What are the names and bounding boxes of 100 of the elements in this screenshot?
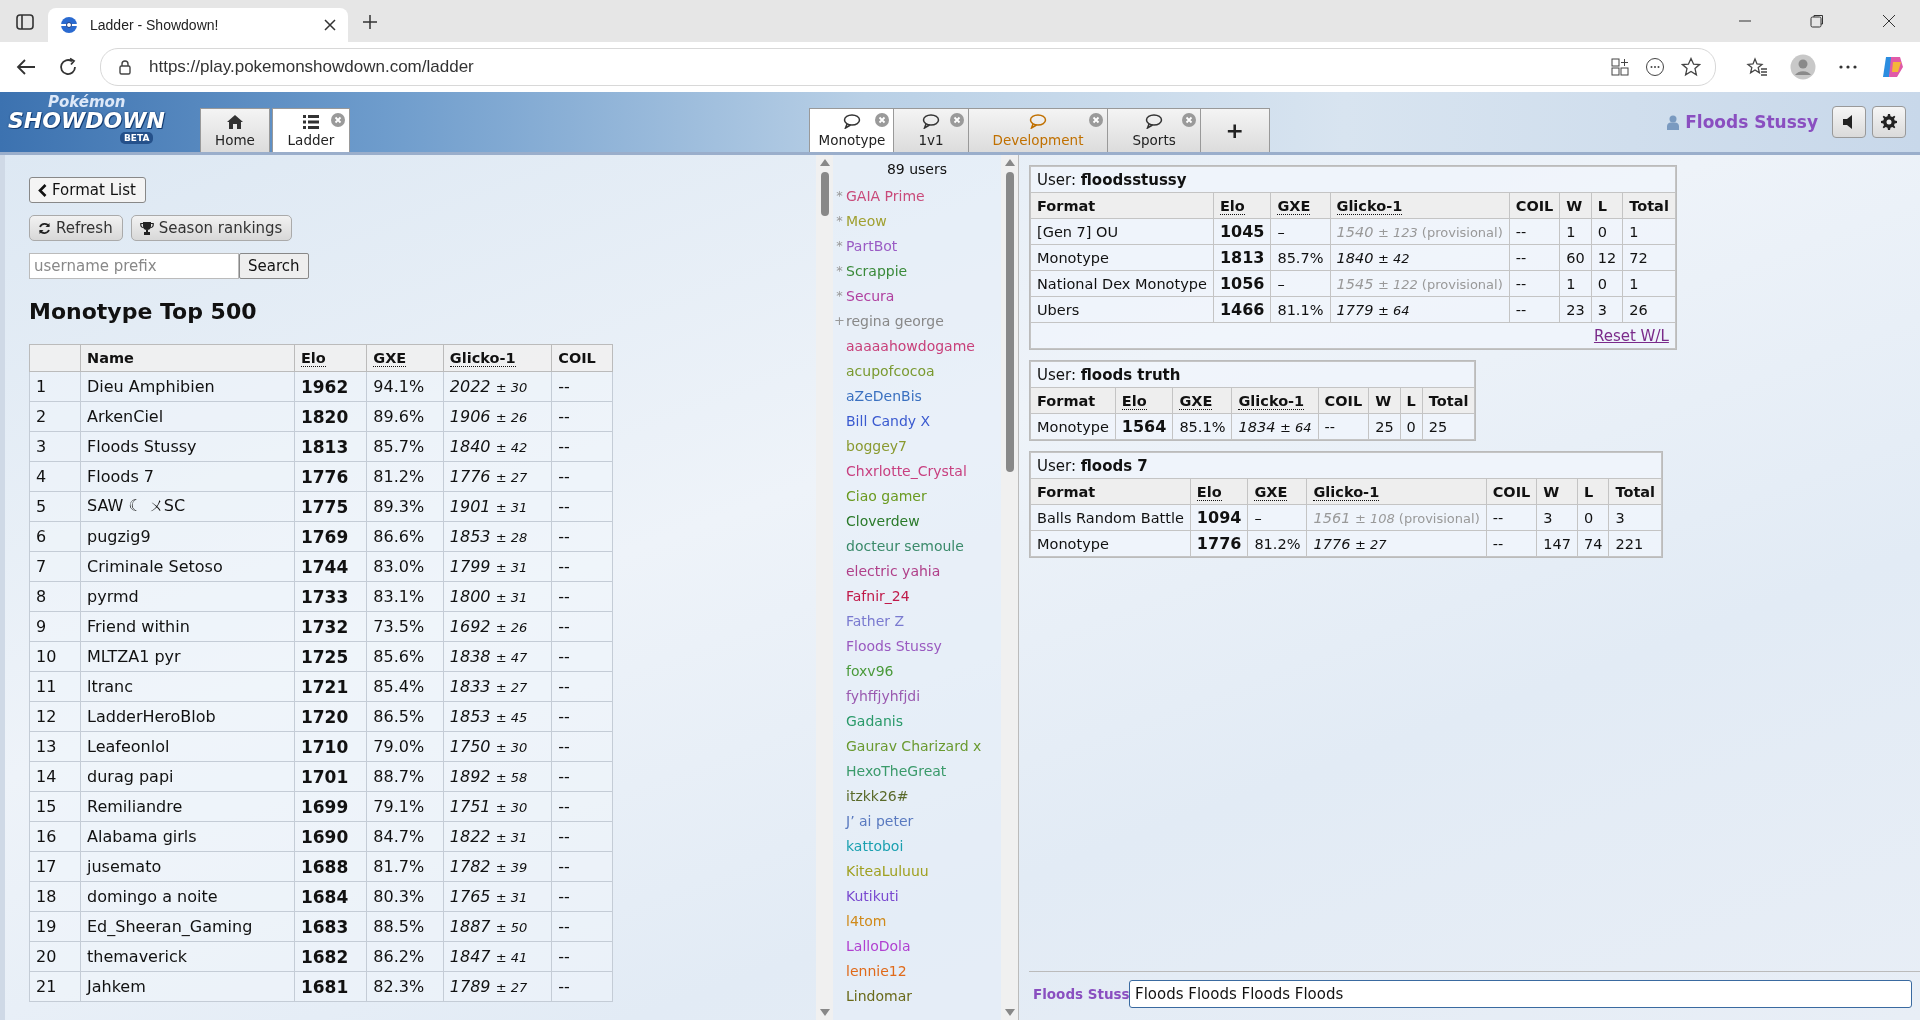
more-icon[interactable] (1645, 57, 1665, 77)
user-name[interactable]: fyhffjyhfjdi (846, 687, 921, 704)
table-cell: domingo a noite (80, 881, 295, 912)
table-cell: 4 (29, 461, 81, 492)
user-name[interactable]: Gadanis (846, 712, 903, 729)
search-field[interactable]: username prefix (29, 253, 239, 279)
user-name[interactable]: Fafnir_24 (846, 587, 910, 604)
user-name[interactable]: Cloverdew (846, 512, 920, 529)
reset-link[interactable]: Reset W/L (1593, 326, 1669, 345)
new-tab-icon[interactable] (362, 14, 378, 30)
refresh-icon (38, 221, 51, 235)
user-name[interactable]: LalloDola (846, 937, 911, 954)
list-icon (303, 115, 319, 129)
table-cell: 2 (29, 401, 81, 432)
user-name[interactable]: boggey7 (846, 437, 908, 454)
sidebar-icon[interactable] (16, 14, 34, 30)
user-name[interactable]: aaaaahowdogame (846, 337, 975, 354)
close-icon[interactable] (324, 19, 336, 31)
table-cell: 85.1% (1172, 413, 1232, 440)
room-tab[interactable]: 1v1 (893, 108, 968, 152)
table-cell: 85.4% (366, 671, 444, 702)
refresh-button[interactable]: Refresh (29, 215, 123, 241)
reload-icon[interactable] (58, 57, 78, 77)
user-name[interactable]: aZeDenBis (846, 387, 922, 404)
table-cell: 60 (1559, 244, 1592, 271)
table-cell: LadderHeroBlob (80, 701, 295, 732)
season-rankings-button[interactable]: Season rankings (130, 215, 293, 241)
table-cell: MLTZA1 pyr (80, 641, 295, 672)
user-name[interactable]: kattoboi (846, 837, 904, 854)
settings-button[interactable] (1872, 106, 1906, 138)
nav-tab[interactable]: Home (200, 108, 270, 152)
table-cell: 3 (1536, 504, 1578, 531)
menu-icon[interactable] (1838, 64, 1858, 70)
table-cell: Ubers (1030, 296, 1214, 323)
scrollbar[interactable] (1001, 155, 1018, 1020)
room-tab[interactable]: Development (967, 108, 1108, 152)
logo[interactable]: Pokémon SHOWDOWN BETA (8, 94, 188, 146)
column-header: Format (1030, 192, 1214, 219)
user-name[interactable]: Floods Stussy (846, 637, 942, 654)
user-name[interactable]: HexoTheGreat (846, 762, 947, 779)
address-bar[interactable]: https://play.pokemonshowdown.com/ladder (100, 48, 1716, 86)
user-name[interactable]: Chxrlotte_Crystal (846, 462, 967, 479)
user-name[interactable]: PartBot (846, 237, 898, 254)
table-cell: 11 (29, 671, 81, 702)
table-cell: Floods Stussy (80, 431, 295, 462)
profile-icon[interactable] (1790, 54, 1816, 80)
sound-button[interactable] (1832, 106, 1866, 138)
user-name[interactable]: Father Z (846, 612, 905, 629)
user-name[interactable]: Lindomar (846, 987, 912, 1004)
user-name[interactable]: foxv96 (846, 662, 894, 679)
user-name[interactable]: Kutikuti (846, 887, 899, 904)
table-cell: SAW ☾ ㄨSC (80, 491, 295, 522)
table-cell: -- (551, 701, 613, 732)
table-cell: 16 (29, 821, 81, 852)
add-tab-button[interactable]: + (1199, 108, 1270, 152)
room-tab[interactable]: Sports (1107, 108, 1200, 152)
user-name[interactable]: acupofcocoa (846, 362, 935, 379)
table-cell: 19 (29, 911, 81, 942)
user-name[interactable]: KiteaLuluuu (846, 862, 929, 879)
star-icon[interactable] (1681, 57, 1701, 77)
table-cell: 1776 (1190, 530, 1248, 557)
user-name[interactable]: itzkk26# (846, 787, 909, 804)
table-cell: 88.7% (366, 761, 444, 792)
user-name[interactable]: lennie12 (846, 962, 907, 979)
table-cell: 1779 ± 64 (1330, 296, 1510, 323)
chat-input[interactable]: Floods Floods Floods Floods (1129, 980, 1912, 1008)
table-cell: 1813 (1213, 244, 1271, 271)
table-cell: 1765 ± 31 (443, 881, 552, 912)
room-tab[interactable]: Monotype (809, 108, 894, 152)
user-name[interactable]: Gaurav Charizard x (846, 737, 982, 754)
user-name[interactable]: J’ ai peter (846, 812, 914, 829)
favorites-icon[interactable] (1746, 57, 1768, 77)
browser-tab[interactable]: Ladder - Showdown! (48, 8, 348, 42)
back-icon[interactable] (16, 58, 36, 76)
restore-icon[interactable] (1810, 14, 1824, 28)
table-cell: 89.3% (366, 491, 444, 522)
username[interactable]: Floods Stussy (1685, 112, 1818, 132)
column-header: Name (80, 344, 295, 372)
table-cell: Balls Random Battle (1030, 504, 1191, 531)
lock-icon[interactable] (117, 59, 133, 75)
table-cell: themaverick (80, 941, 295, 972)
user-name[interactable]: l4tom (846, 912, 887, 929)
user-name[interactable]: regina george (846, 312, 944, 329)
rank-symbol: * (835, 238, 844, 253)
close-icon[interactable] (1882, 14, 1896, 28)
user-name[interactable]: Meow (846, 212, 887, 229)
nav-tab[interactable]: Ladder (272, 108, 350, 152)
back-button[interactable]: Format List (29, 177, 146, 203)
user-name[interactable]: docteur semoule (846, 537, 964, 554)
search-button[interactable]: Search (239, 253, 309, 279)
user-name[interactable]: Bill Candy X (846, 412, 931, 429)
table-cell: 7 (29, 551, 81, 582)
scrollbar[interactable] (816, 155, 833, 1020)
user-name[interactable]: electric yahia (846, 562, 941, 579)
user-name[interactable]: Scrappie (846, 262, 908, 279)
user-name[interactable]: Ciao gamer (846, 487, 927, 504)
user-name[interactable]: Secura (846, 287, 895, 304)
apps-icon[interactable] (1611, 58, 1629, 76)
copilot-icon[interactable] (1880, 54, 1906, 80)
user-name[interactable]: GAIA Prime (846, 187, 925, 204)
